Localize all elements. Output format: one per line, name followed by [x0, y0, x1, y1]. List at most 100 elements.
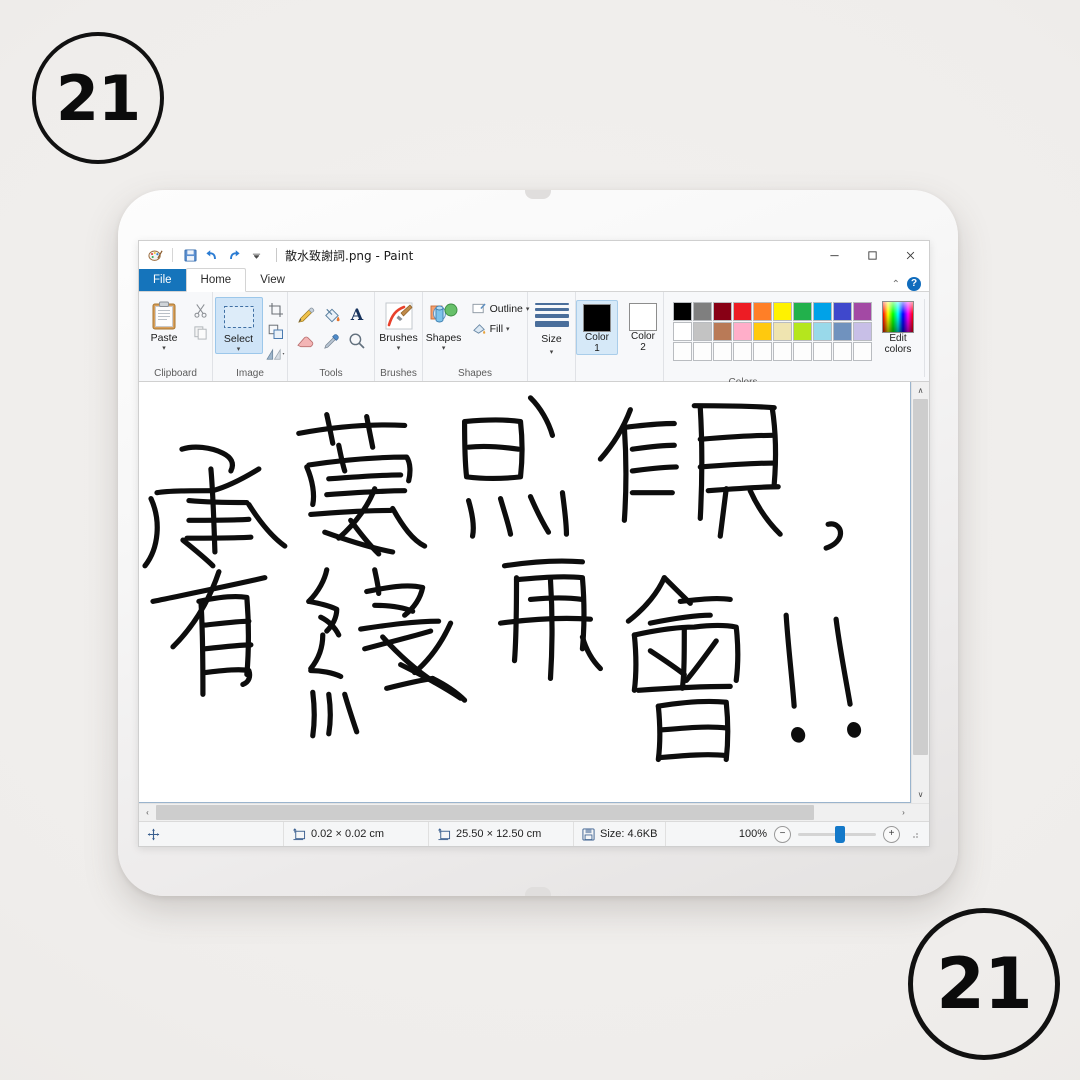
vertical-scrollbar[interactable]: ∧ ∨	[911, 382, 929, 803]
redo-icon[interactable]	[226, 247, 242, 263]
zoom-out-button[interactable]: −	[774, 825, 791, 843]
title-bar: 散水致謝詞.png - Paint	[139, 241, 929, 269]
horizontal-scroll-thumb[interactable]	[156, 805, 814, 820]
palette-swatch-custom-6[interactable]	[793, 342, 812, 361]
palette-swatch-row1-0[interactable]	[673, 302, 692, 321]
color-picker-icon[interactable]	[319, 329, 343, 353]
palette-swatch-row1-3[interactable]	[733, 302, 752, 321]
resize-grip-icon[interactable]	[909, 829, 919, 839]
paint-app-icon[interactable]	[147, 247, 163, 263]
brushes-button[interactable]: Brushes ▾	[376, 297, 422, 352]
scroll-down-arrow[interactable]: ∨	[912, 786, 929, 803]
edit-colors-label-1: Edit	[889, 333, 907, 344]
brushes-caret[interactable]: ▾	[397, 345, 401, 352]
palette-swatch-row1-1[interactable]	[693, 302, 712, 321]
help-icon[interactable]: ?	[907, 277, 921, 291]
rotate-icon[interactable]	[266, 344, 286, 364]
horizontal-scrollbar[interactable]: ‹ ›	[139, 803, 929, 821]
ribbon-group-tools: A Tools	[288, 292, 375, 381]
selection-size-icon	[292, 827, 306, 841]
copy-icon[interactable]	[190, 322, 210, 342]
shapes-caret[interactable]: ▾	[442, 345, 446, 352]
palette-swatch-row2-3[interactable]	[733, 322, 752, 341]
fill-caret[interactable]: ▾	[506, 325, 510, 333]
zoom-in-button[interactable]: +	[883, 825, 900, 843]
maximize-button[interactable]	[853, 241, 891, 269]
minimize-button[interactable]	[815, 241, 853, 269]
drawing-canvas[interactable]	[139, 382, 911, 803]
size-button[interactable]: Size ▾	[531, 297, 573, 356]
palette-swatch-custom-0[interactable]	[673, 342, 692, 361]
select-label: Select	[223, 333, 254, 345]
color-1-button[interactable]: Color 1	[576, 300, 618, 355]
palette-swatch-custom-7[interactable]	[813, 342, 832, 361]
fill-bucket-icon[interactable]	[319, 303, 343, 327]
palette-swatch-row2-1[interactable]	[693, 322, 712, 341]
size-caret[interactable]: ▾	[550, 348, 554, 356]
customize-qat-caret[interactable]	[248, 247, 264, 263]
status-zoom-controls: 100% − +	[729, 825, 929, 843]
eraser-icon[interactable]	[293, 329, 317, 353]
clipboard-icon	[151, 299, 177, 333]
device-notch-bottom	[525, 887, 551, 896]
save-icon[interactable]	[182, 247, 198, 263]
vertical-scroll-track[interactable]	[912, 399, 929, 786]
select-button[interactable]: Select ▾	[214, 297, 263, 354]
horizontal-scroll-track[interactable]	[156, 804, 895, 821]
palette-swatch-custom-1[interactable]	[693, 342, 712, 361]
paste-caret[interactable]: ▾	[162, 345, 166, 352]
palette-swatch-row2-0[interactable]	[673, 322, 692, 341]
undo-icon[interactable]	[204, 247, 220, 263]
tab-view[interactable]: View	[246, 269, 299, 291]
ribbon-group-colors-current: Color 1 Color 2	[576, 292, 664, 381]
palette-swatch-row2-9[interactable]	[853, 322, 872, 341]
palette-swatch-row1-9[interactable]	[853, 302, 872, 321]
palette-swatch-row1-4[interactable]	[753, 302, 772, 321]
palette-swatch-custom-8[interactable]	[833, 342, 852, 361]
palette-swatch-custom-3[interactable]	[733, 342, 752, 361]
palette-swatch-row1-5[interactable]	[773, 302, 792, 321]
palette-swatch-custom-4[interactable]	[753, 342, 772, 361]
tab-file[interactable]: File	[139, 269, 186, 291]
palette-swatch-custom-2[interactable]	[713, 342, 732, 361]
status-bar: 0.02 × 0.02 cm 25.50 × 12.50 cm Size: 4.…	[139, 821, 929, 846]
scroll-right-arrow[interactable]: ›	[895, 804, 912, 821]
close-button[interactable]	[891, 241, 929, 269]
zoom-slider-thumb[interactable]	[835, 825, 846, 843]
palette-swatch-row2-8[interactable]	[833, 322, 852, 341]
resize-icon[interactable]	[266, 322, 286, 342]
scroll-up-arrow[interactable]: ∧	[912, 382, 929, 399]
edit-with-paint-3d-button[interactable]: Edit with Paint 3D	[924, 299, 929, 377]
vertical-scroll-thumb[interactable]	[913, 399, 928, 756]
palette-swatch-row1-2[interactable]	[713, 302, 732, 321]
scroll-left-arrow[interactable]: ‹	[139, 804, 156, 821]
outline-menu[interactable]: Outline ▾	[472, 302, 529, 315]
palette-swatch-row2-6[interactable]	[793, 322, 812, 341]
badge-label: 21	[936, 943, 1032, 1025]
palette-swatch-custom-5[interactable]	[773, 342, 792, 361]
shapes-button[interactable]: Shapes ▾	[421, 297, 467, 352]
crop-icon[interactable]	[266, 300, 286, 320]
select-caret[interactable]: ▾	[237, 346, 241, 353]
text-tool-icon[interactable]: A	[345, 303, 369, 327]
palette-swatch-row1-8[interactable]	[833, 302, 852, 321]
palette-swatch-custom-9[interactable]	[853, 342, 872, 361]
chevron-up-icon[interactable]: ⌃	[892, 279, 900, 290]
color-2-button[interactable]: Color 2	[623, 300, 663, 353]
magnifier-icon[interactable]	[345, 329, 369, 353]
cut-icon[interactable]	[190, 300, 210, 320]
pencil-icon[interactable]	[293, 303, 317, 327]
palette-swatch-row1-7[interactable]	[813, 302, 832, 321]
palette-swatch-row2-5[interactable]	[773, 322, 792, 341]
color-palette[interactable]	[673, 299, 872, 361]
file-size-icon	[582, 827, 595, 841]
zoom-slider-track[interactable]	[798, 825, 876, 843]
palette-swatch-row2-4[interactable]	[753, 322, 772, 341]
tab-home[interactable]: Home	[185, 268, 247, 292]
palette-swatch-row1-6[interactable]	[793, 302, 812, 321]
paste-button[interactable]: Paste ▾	[141, 297, 187, 352]
fill-menu[interactable]: Fill ▾	[472, 322, 530, 335]
palette-swatch-row2-2[interactable]	[713, 322, 732, 341]
palette-swatch-row2-7[interactable]	[813, 322, 832, 341]
edit-colors-button[interactable]: Edit colors	[882, 299, 914, 355]
